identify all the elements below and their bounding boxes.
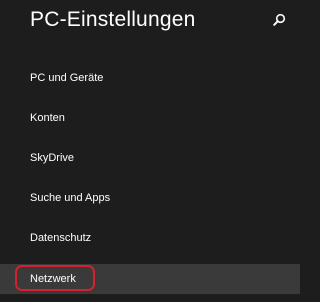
page-title: PC-Einstellungen [30,8,196,31]
nav-item-datenschutz[interactable]: Datenschutz [0,219,300,259]
nav-item-pc-und-geraete[interactable]: PC und Geräte [0,59,300,99]
nav-item-label: Suche und Apps [30,192,111,204]
settings-nav: PC und Geräte Konten SkyDrive Suche und … [0,59,300,294]
nav-item-label: SkyDrive [30,152,75,164]
header: PC-Einstellungen [0,0,300,44]
search-icon [273,13,286,26]
nav-item-label: Datenschutz [30,232,92,244]
nav-item-label: PC und Geräte [30,72,104,84]
settings-pane: PC-Einstellungen PC und Geräte Konten Sk… [0,0,300,302]
nav-item-label: Konten [30,112,65,124]
search-button[interactable] [270,12,288,30]
nav-item-skydrive[interactable]: SkyDrive [0,139,300,179]
nav-item-netzwerk[interactable]: Netzwerk [0,264,300,294]
nav-item-konten[interactable]: Konten [0,99,300,139]
nav-item-label: Netzwerk [30,273,76,285]
nav-item-suche-und-apps[interactable]: Suche und Apps [0,179,300,219]
